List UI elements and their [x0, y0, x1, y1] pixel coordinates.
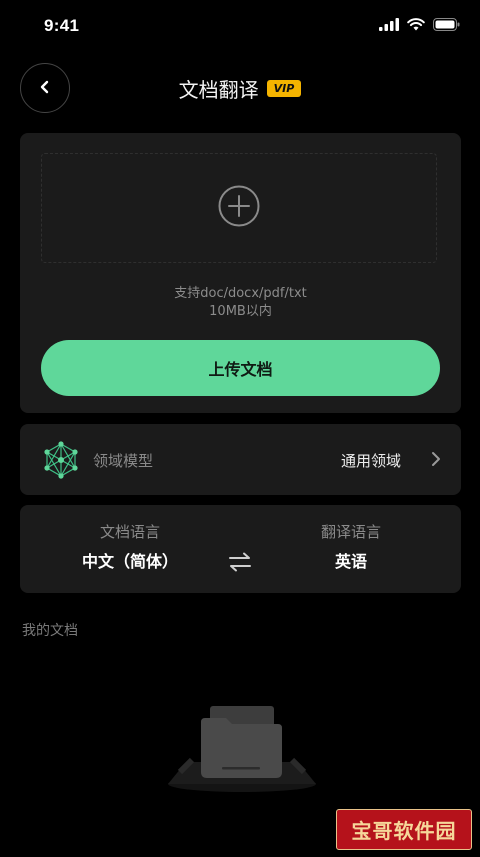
source-language-label: 文档语言 [99, 523, 160, 541]
page-header: 文档翻译 VIP [0, 74, 480, 103]
empty-folder-icon [164, 700, 320, 796]
battery-icon [433, 16, 460, 35]
source-language-selector[interactable]: 文档语言 中文（简体） [50, 521, 210, 573]
domain-model-value: 通用领域 [340, 452, 401, 470]
upload-hint: 支持doc/docx/pdf/txt 10MB以内 [20, 285, 461, 321]
neural-network-icon [42, 441, 80, 483]
plus-circle-icon [217, 184, 261, 232]
my-documents-heading: 我的文档 [22, 623, 78, 639]
vip-badge: VIP [266, 80, 302, 97]
upload-card: 支持doc/docx/pdf/txt 10MB以内 上传文档 [20, 133, 461, 413]
language-selector-card: 文档语言 中文（简体） 翻译语言 英语 [20, 505, 461, 593]
target-language-value: 英语 [334, 552, 367, 571]
swap-arrows-icon[interactable] [227, 552, 253, 576]
domain-model-row[interactable]: 领域模型 通用领域 [20, 424, 461, 495]
status-time: 9:41 [44, 16, 80, 35]
watermark-logo: 宝哥软件园 [336, 809, 472, 850]
supported-formats-text: 支持doc/docx/pdf/txt [174, 286, 307, 301]
page-title: 文档翻译 [178, 78, 259, 102]
file-drop-zone[interactable] [41, 153, 437, 263]
size-limit-text: 10MB以内 [209, 304, 272, 319]
status-icons [379, 16, 460, 35]
chevron-right-icon [431, 451, 441, 471]
upload-document-button[interactable]: 上传文档 [41, 340, 440, 396]
wifi-icon [407, 16, 425, 35]
cellular-signal-icon [379, 16, 399, 35]
target-language-label: 翻译语言 [320, 523, 381, 541]
domain-model-label: 领域模型 [93, 452, 154, 470]
source-language-value: 中文（简体） [81, 552, 178, 571]
target-language-selector[interactable]: 翻译语言 英语 [271, 521, 431, 573]
